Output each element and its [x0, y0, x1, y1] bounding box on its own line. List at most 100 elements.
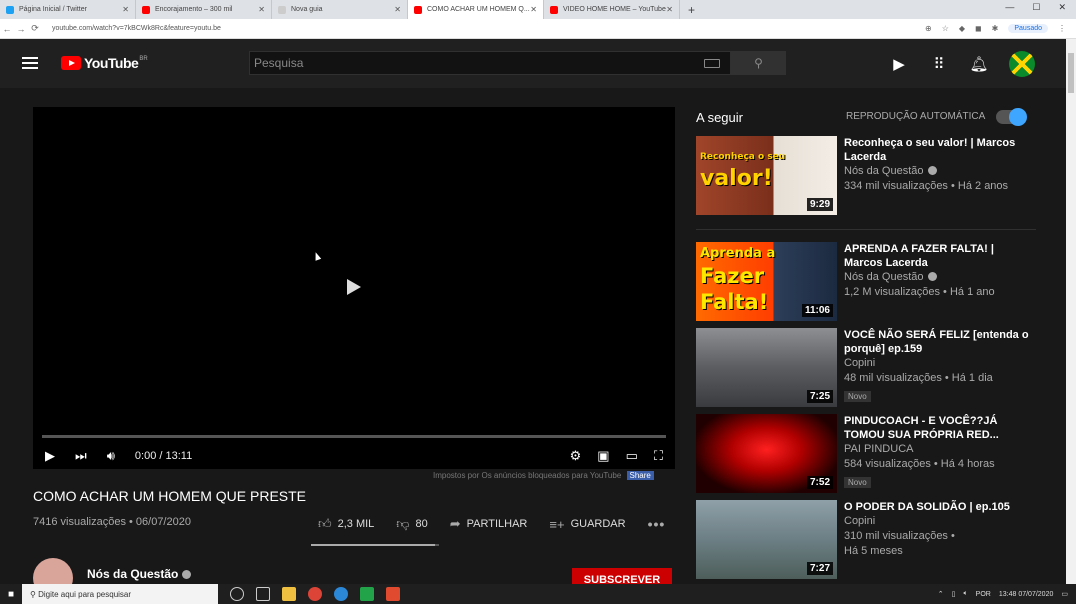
tray-arrow-icon[interactable]: ⌃ — [938, 590, 944, 598]
fullscreen-icon[interactable]: ⛶ — [654, 448, 663, 464]
tab-label: VIDEO HOME HOME – YouTube — [563, 6, 666, 13]
save-button[interactable]: ≡+ GUARDAR — [549, 517, 625, 532]
keyboard-icon[interactable] — [704, 58, 720, 68]
video-player[interactable]: ▶ ⏭ 🔊︎ 0:00 / 13:11 ⚙ ▣ ▭ ⛶ — [33, 107, 675, 469]
like-button[interactable]: 👍︎ 2,3 MIL — [318, 516, 374, 532]
hamburger-menu-icon[interactable] — [22, 57, 38, 72]
menu-dots-icon[interactable]: ⋮ — [1058, 24, 1066, 33]
ads-share-button[interactable]: Share — [626, 471, 654, 480]
video-thumbnail[interactable]: Aprenda a Fazer Falta! 11:06 — [696, 242, 837, 321]
recommended-date: Há 5 meses — [844, 545, 903, 557]
browser-tab[interactable]: VIDEO HOME HOME – YouTube ✕ — [544, 0, 680, 19]
channel-text: Nós da Questão — [844, 165, 924, 177]
page-scrollbar[interactable] — [1066, 39, 1076, 584]
scrollbar-thumb[interactable] — [1068, 53, 1074, 93]
url-field[interactable]: youtube.com/watch?v=7kBCWk8Rc&feature=yo… — [52, 25, 925, 32]
recommended-video[interactable]: Reconheça o seu valor! 9:29 Reconheça o … — [696, 136, 1036, 215]
notifications-icon[interactable]: ▭ — [1061, 590, 1068, 598]
bookmark-star-icon[interactable]: ☆ — [942, 24, 949, 33]
windows-taskbar: ■ ⚲ Digite aqui para pesquisar ⌃ ▯ 🔈︎ PO… — [0, 584, 1076, 604]
reload-button[interactable]: ⟳ — [28, 23, 42, 34]
search-box — [249, 51, 731, 75]
recommended-channel[interactable]: Nós da Questão — [844, 270, 1029, 285]
play-center-icon[interactable] — [347, 279, 361, 295]
close-icon[interactable]: ✕ — [530, 5, 537, 14]
notifications-bell-icon[interactable]: 🔔︎ — [969, 54, 989, 74]
channel-name[interactable]: Nós da Questão — [87, 567, 192, 581]
account-avatar[interactable] — [1009, 51, 1035, 77]
create-video-icon[interactable]: ▶ — [889, 54, 909, 74]
chrome-icon[interactable] — [308, 587, 322, 601]
recommended-title[interactable]: APRENDA A FAZER FALTA! | Marcos Lacerda — [844, 242, 1029, 270]
recommended-video[interactable]: Aprenda a Fazer Falta! 11:06 APRENDA A F… — [696, 242, 1036, 321]
browser-tab[interactable]: Nova guia ✕ — [272, 0, 408, 19]
recommended-video[interactable]: 7:27 O PODER DA SOLIDÃO | ep.105 Copini … — [696, 500, 1036, 579]
edge-icon[interactable] — [334, 587, 348, 601]
recommended-channel[interactable]: Copini — [844, 356, 1029, 371]
share-button[interactable]: ➦ PARTILHAR — [450, 516, 528, 532]
recommended-title[interactable]: VOCÊ NÃO SERÁ FELIZ [entenda o porquê] e… — [844, 328, 1029, 356]
minimize-button[interactable]: — — [1005, 2, 1014, 13]
cortana-icon[interactable] — [230, 587, 244, 601]
play-icon[interactable]: ▶ — [45, 448, 55, 464]
close-icon[interactable]: ✕ — [258, 5, 265, 14]
next-icon[interactable]: ⏭ — [75, 448, 87, 464]
video-thumbnail[interactable]: 7:25 — [696, 328, 837, 407]
back-button[interactable]: ← — [0, 24, 14, 34]
close-icon[interactable]: ✕ — [666, 5, 673, 14]
extension-icon[interactable]: ◆ — [959, 24, 965, 33]
app-red-icon[interactable] — [386, 587, 400, 601]
dislike-button[interactable]: 👎︎ 80 — [396, 516, 427, 532]
new-tab-button[interactable]: + — [688, 3, 695, 17]
windows-start-icon[interactable]: ■ — [0, 589, 22, 600]
recommended-video[interactable]: 7:25 VOCÊ NÃO SERÁ FELIZ [entenda o porq… — [696, 328, 1036, 407]
recommended-video[interactable]: 7:52 PINDUCOACH - E VOCÊ??JÁ TOMOU SUA P… — [696, 414, 1036, 493]
recommended-channel[interactable]: Nós da Questão — [844, 164, 1029, 179]
recommended-title[interactable]: Reconheça o seu valor! | Marcos Lacerda — [844, 136, 1029, 164]
video-thumbnail[interactable]: 7:27 — [696, 500, 837, 579]
tab-label: Nova guia — [291, 6, 323, 13]
forward-button[interactable]: → — [14, 24, 28, 34]
zoom-icon[interactable]: ⊕ — [925, 24, 932, 33]
channel-name-text: Nós da Questão — [87, 567, 179, 581]
youtube-logo[interactable]: YouTube BR — [61, 55, 148, 71]
video-thumbnail[interactable]: Reconheça o seu valor! 9:29 — [696, 136, 837, 215]
volume-tray-icon[interactable]: 🔈︎ — [963, 590, 967, 598]
volume-icon[interactable]: 🔊︎ — [107, 448, 115, 464]
settings-gear-icon[interactable]: ⚙ — [570, 448, 582, 464]
miniplayer-icon[interactable]: ▣ — [597, 448, 609, 464]
recommended-channel[interactable]: Copini — [844, 514, 1029, 529]
app-green-icon[interactable] — [360, 587, 374, 601]
search-button[interactable]: ⚲ — [731, 51, 786, 75]
browser-tab[interactable]: Página Inicial / Twitter ✕ — [0, 0, 136, 19]
theater-mode-icon[interactable]: ▭ — [626, 448, 638, 464]
thumbnail-caption: Aprenda a — [700, 246, 776, 261]
taskbar-search[interactable]: ⚲ Digite aqui para pesquisar — [22, 584, 218, 604]
close-window-button[interactable]: ✕ — [1058, 2, 1066, 13]
browser-tab-active[interactable]: COMO ACHAR UM HOMEM Q... ✕ — [408, 0, 544, 19]
recommended-channel[interactable]: PAI PINDUCA — [844, 442, 1029, 457]
progress-bar[interactable] — [42, 435, 666, 438]
browser-tab-strip: Página Inicial / Twitter ✕ Encorajamento … — [0, 0, 1076, 19]
close-icon[interactable]: ✕ — [394, 5, 401, 14]
profile-badge[interactable]: Pausado — [1008, 24, 1048, 33]
autoplay-toggle[interactable] — [996, 108, 1027, 126]
apps-grid-icon[interactable]: ⠿ — [929, 54, 949, 74]
recommended-title[interactable]: PINDUCOACH - E VOCÊ??JÁ TOMOU SUA PRÓPRI… — [844, 414, 1029, 442]
file-explorer-icon[interactable] — [282, 587, 296, 601]
maximize-button[interactable]: ☐ — [1032, 2, 1040, 13]
clock[interactable]: 13:48 07/07/2020 — [999, 591, 1054, 598]
extension-icon[interactable]: ◼ — [975, 24, 982, 33]
network-icon[interactable]: ▯ — [952, 590, 956, 598]
language-indicator[interactable]: POR — [976, 591, 991, 598]
more-actions-icon[interactable]: ••• — [648, 516, 666, 532]
search-input[interactable] — [254, 56, 704, 70]
task-view-icon[interactable] — [256, 587, 270, 601]
twitter-icon — [6, 5, 14, 14]
browser-tab[interactable]: Encorajamento – 300 mil ✕ — [136, 0, 272, 19]
recommended-title[interactable]: O PODER DA SOLIDÃO | ep.105 — [844, 500, 1029, 514]
new-tab-icon — [278, 5, 286, 14]
extensions-puzzle-icon[interactable]: ✱ — [992, 24, 999, 33]
video-thumbnail[interactable]: 7:52 — [696, 414, 837, 493]
close-icon[interactable]: ✕ — [122, 5, 129, 14]
